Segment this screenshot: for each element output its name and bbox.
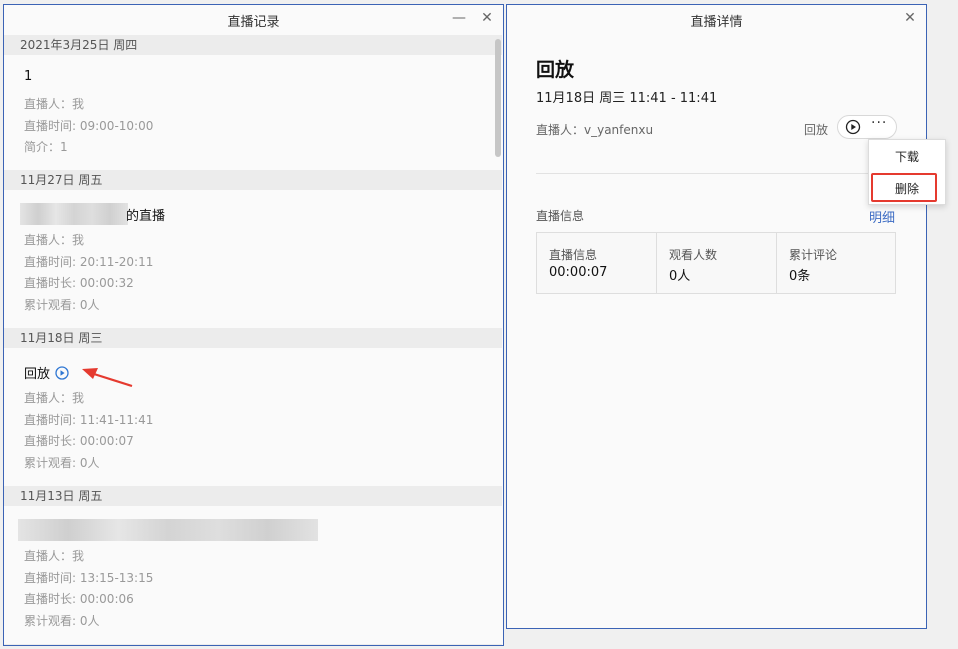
blurred-name bbox=[20, 203, 128, 225]
record-time: 直播时间: 20:11-20:11 bbox=[24, 255, 154, 269]
stat-cell: 观看人数 0人 bbox=[656, 233, 776, 293]
detail-link[interactable]: 明细 bbox=[869, 207, 895, 226]
replay-label: 回放 bbox=[804, 123, 829, 137]
record-host: 直播人：我 bbox=[24, 233, 85, 247]
record-viewers: 累计观看: 0人 bbox=[24, 456, 100, 470]
play-circle-icon[interactable] bbox=[845, 119, 861, 135]
record-viewers: 累计观看: 0人 bbox=[24, 298, 100, 312]
right-titlebar: 直播详情 ✕ bbox=[507, 5, 926, 33]
blurred-title bbox=[18, 519, 318, 541]
live-detail-window: 直播详情 ✕ 回放 11月18日 周三 11:41 - 11:41 直播人：v_… bbox=[506, 4, 927, 629]
record-duration: 直播时长: 00:00:06 bbox=[24, 592, 134, 606]
action-pill: ··· bbox=[837, 115, 897, 139]
stat-label: 直播信息 bbox=[549, 248, 598, 262]
stat-cell: 直播信息 00:00:07 bbox=[537, 233, 656, 293]
stat-value: 0条 bbox=[789, 269, 811, 284]
record-list[interactable]: 2021年3月25日 周四 1 直播人：我 直播时间: 09:00-10:00 … bbox=[4, 33, 503, 645]
record-host: 直播人：我 bbox=[24, 549, 85, 563]
detail-datetime: 11月18日 周三 11:41 - 11:41 bbox=[536, 91, 718, 106]
stat-value: 0人 bbox=[669, 269, 691, 284]
date-header: 11月18日 周三 bbox=[4, 328, 502, 348]
record-title[interactable]: 1 bbox=[24, 69, 32, 84]
live-record-window: 直播记录 — ✕ 2021年3月25日 周四 1 直播人：我 直播时间: 09:… bbox=[3, 4, 504, 646]
stats-table: 直播信息 00:00:07 观看人数 0人 累计评论 0条 bbox=[536, 232, 896, 294]
stat-value: 00:00:07 bbox=[549, 265, 608, 280]
minimize-button[interactable]: — bbox=[449, 8, 469, 28]
menu-item-delete[interactable]: 删除 bbox=[869, 174, 945, 204]
stat-label: 累计评论 bbox=[789, 248, 838, 262]
red-arrow-icon bbox=[82, 368, 133, 388]
more-options-button[interactable]: ··· bbox=[871, 115, 887, 131]
detail-host: 直播人：v_yanfenxu bbox=[536, 123, 654, 137]
date-header: 2021年3月25日 周四 bbox=[4, 35, 502, 55]
left-close-button[interactable]: ✕ bbox=[477, 8, 497, 28]
divider bbox=[536, 173, 896, 174]
record-host: 直播人：我 bbox=[24, 97, 85, 111]
date-header-partial bbox=[4, 644, 502, 645]
detail-heading: 回放 bbox=[536, 59, 575, 81]
record-duration: 直播时长: 00:00:32 bbox=[24, 276, 134, 290]
record-duration: 直播时长: 00:00:07 bbox=[24, 434, 134, 448]
record-host: 直播人：我 bbox=[24, 391, 85, 405]
left-window-title: 直播记录 bbox=[227, 15, 280, 30]
info-section-title: 直播信息 bbox=[536, 209, 585, 223]
right-close-button[interactable]: ✕ bbox=[900, 8, 920, 28]
scrollbar-thumb[interactable] bbox=[495, 39, 501, 157]
record-intro: 简介：1 bbox=[24, 140, 68, 154]
record-viewers: 累计观看: 0人 bbox=[24, 614, 100, 628]
date-header: 11月27日 周五 bbox=[4, 170, 502, 190]
record-title-suffix[interactable]: 的直播 bbox=[126, 205, 165, 224]
left-titlebar: 直播记录 — ✕ bbox=[4, 5, 503, 33]
record-time: 直播时间: 11:41-11:41 bbox=[24, 413, 154, 427]
right-window-title: 直播详情 bbox=[690, 15, 743, 30]
record-title[interactable]: 回放 bbox=[24, 363, 69, 384]
stat-label: 观看人数 bbox=[669, 248, 718, 262]
date-header: 11月13日 周五 bbox=[4, 486, 502, 506]
record-time: 直播时间: 09:00-10:00 bbox=[24, 119, 154, 133]
menu-item-download[interactable]: 下载 bbox=[869, 142, 945, 172]
more-options-menu: 下载 删除 bbox=[868, 139, 946, 205]
record-time: 直播时间: 13:15-13:15 bbox=[24, 571, 154, 585]
play-circle-icon[interactable] bbox=[55, 366, 69, 384]
record-title-text: 回放 bbox=[24, 367, 51, 382]
stat-cell: 累计评论 0条 bbox=[776, 233, 895, 293]
